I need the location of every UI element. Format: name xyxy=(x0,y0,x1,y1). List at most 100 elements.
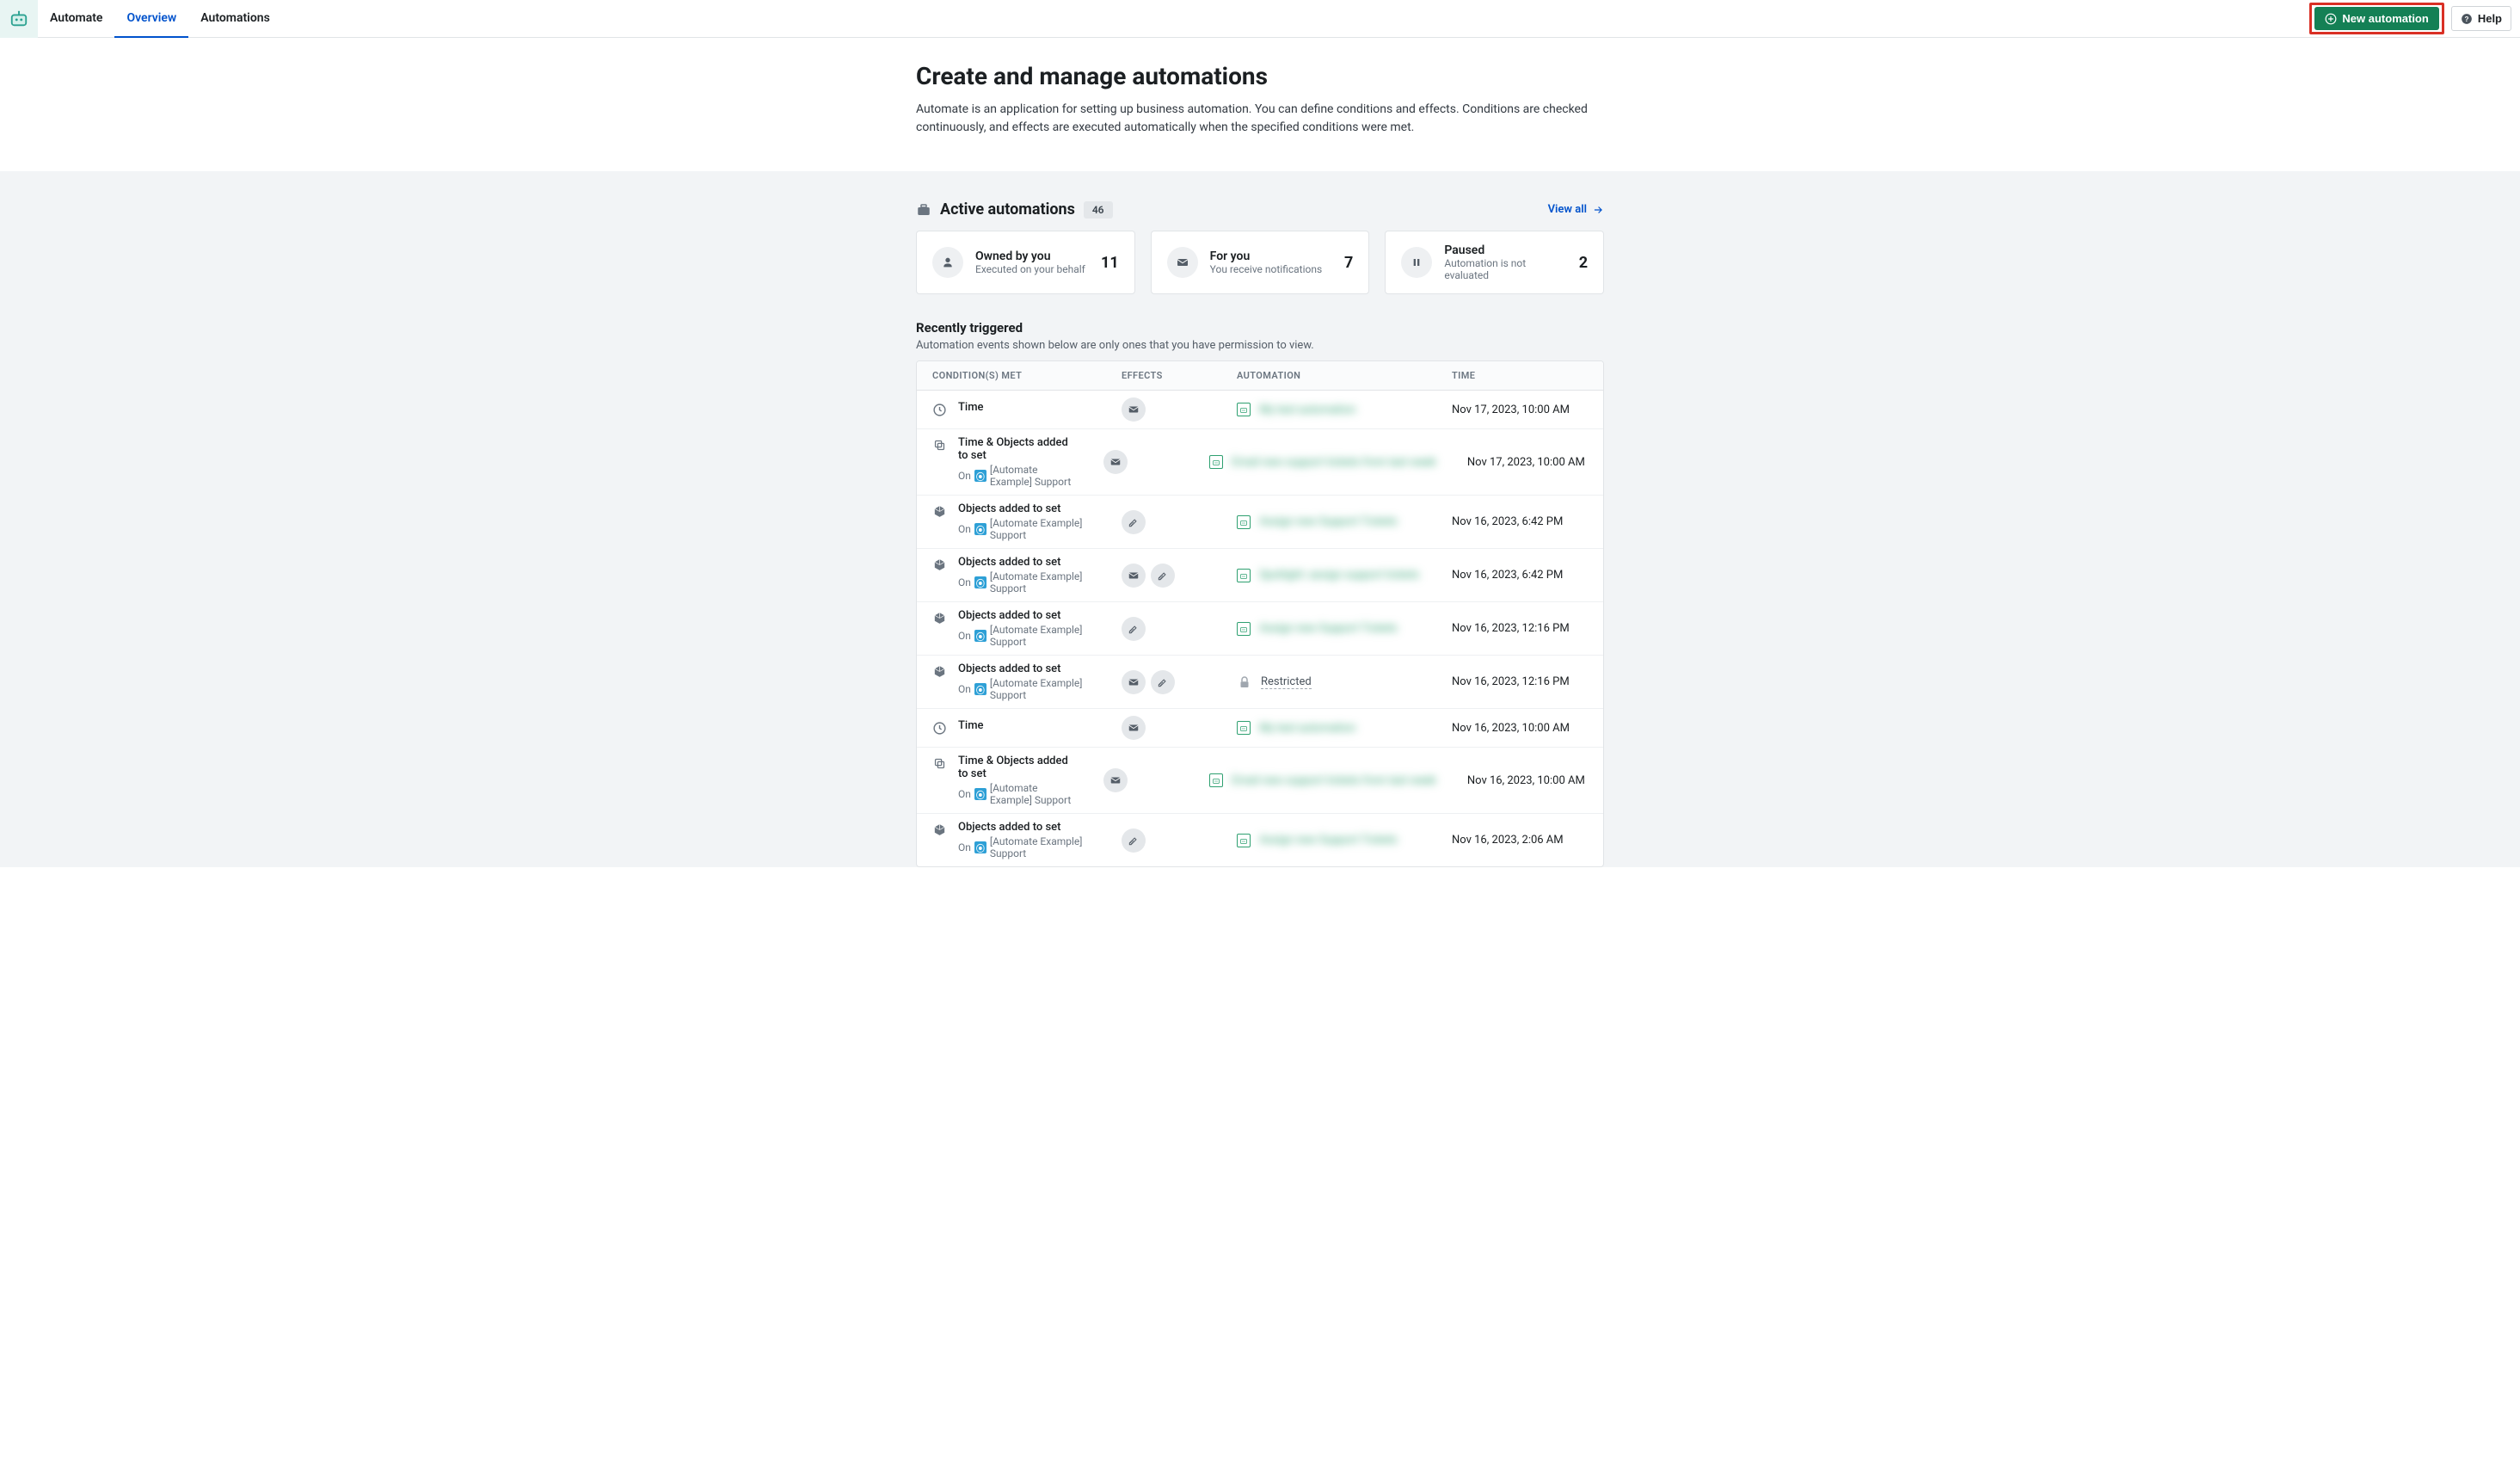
tab-overview[interactable]: Overview xyxy=(114,0,188,38)
automation-chip-icon xyxy=(1237,569,1251,582)
new-automation-button[interactable]: New automation xyxy=(2314,7,2438,30)
col-header-effects: EFFECTS xyxy=(1106,361,1221,390)
automation-name-blurred: Spotlight: assign support tickets xyxy=(1259,569,1419,582)
clock-icon xyxy=(932,403,948,418)
event-time: Nov 16, 2023, 12:16 PM xyxy=(1436,675,1603,688)
stat-card[interactable]: For youYou receive notifications7 xyxy=(1151,231,1370,294)
table-row[interactable]: Objects added to set On ⦿[Automate Exampl… xyxy=(917,656,1603,709)
highlight-annotation: New automation xyxy=(2309,3,2443,34)
automation-chip-icon xyxy=(1209,455,1223,469)
user-icon xyxy=(932,247,963,278)
automation-name-blurred: Assign new Support Tickets xyxy=(1259,622,1398,635)
card-title: For you xyxy=(1210,249,1332,263)
table-row[interactable]: Time & Objects added to setOn ⦿[Automate… xyxy=(917,748,1603,814)
condition-meta: On ⦿[Automate Example] Support xyxy=(958,677,1091,701)
recently-triggered-title: Recently triggered xyxy=(916,320,1604,336)
condition-text: Objects added to set xyxy=(958,662,1091,675)
active-count-badge: 46 xyxy=(1084,201,1113,219)
briefcase-icon xyxy=(916,202,931,218)
arrow-right-icon xyxy=(1592,204,1604,216)
mail-effect-icon xyxy=(1103,450,1128,474)
help-button[interactable]: ? Help xyxy=(2451,6,2511,31)
cube-icon xyxy=(932,557,948,573)
condition-text: Objects added to set xyxy=(958,502,1091,515)
card-count: 2 xyxy=(1579,254,1588,272)
condition-text: Time & Objects added to set xyxy=(958,755,1073,780)
mail-effect-icon xyxy=(1122,564,1146,588)
object-chip-icon: ⦿ xyxy=(974,788,986,800)
event-time: Nov 16, 2023, 12:16 PM xyxy=(1436,622,1603,635)
top-nav: Automate Overview Automations New automa… xyxy=(0,0,2520,38)
lock-icon xyxy=(1237,674,1252,690)
col-header-automation: AUTOMATION xyxy=(1221,361,1436,390)
event-time: Nov 16, 2023, 2:06 AM xyxy=(1436,834,1603,847)
edit-effect-icon xyxy=(1151,670,1175,694)
object-chip-icon: ⦿ xyxy=(974,630,986,642)
recently-triggered-desc: Automation events shown below are only o… xyxy=(916,339,1604,352)
copy-icon xyxy=(932,756,948,772)
view-all-link[interactable]: View all xyxy=(1548,203,1604,216)
active-automations-title: Active automations xyxy=(916,200,1075,219)
automation-name-blurred: Assign new Support Tickets xyxy=(1259,515,1398,528)
mail-effect-icon xyxy=(1103,768,1128,792)
condition-text: Objects added to set xyxy=(958,609,1091,622)
table-row[interactable]: Objects added to setOn ⦿[Automate Exampl… xyxy=(917,549,1603,602)
page-title: Create and manage automations xyxy=(916,62,1604,90)
card-count: 11 xyxy=(1101,254,1119,272)
object-chip-icon: ⦿ xyxy=(974,683,986,695)
event-time: Nov 16, 2023, 6:42 PM xyxy=(1436,515,1603,528)
app-icon[interactable] xyxy=(0,0,38,38)
table-row[interactable]: Objects added to set On ⦿[Automate Exampl… xyxy=(917,496,1603,549)
condition-meta: On ⦿[Automate Example] Support xyxy=(958,624,1091,648)
clock-icon xyxy=(932,721,948,736)
object-chip-icon: ⦿ xyxy=(974,841,986,853)
automation-chip-icon xyxy=(1237,622,1251,636)
stat-card[interactable]: Owned by youExecuted on your behalf 11 xyxy=(916,231,1135,294)
automation-chip-icon xyxy=(1237,834,1251,847)
help-icon: ? xyxy=(2461,13,2473,25)
mail-icon xyxy=(1167,247,1198,278)
automation-chip-icon xyxy=(1237,515,1251,529)
card-subtitle: You receive notifications xyxy=(1210,263,1332,275)
table-row[interactable]: TimeMy test automationNov 17, 2023, 10:0… xyxy=(917,391,1603,429)
condition-meta: On ⦿[Automate Example] Support xyxy=(958,464,1073,488)
condition-text: Time xyxy=(958,719,984,732)
cube-icon xyxy=(932,664,948,680)
page-description: Automate is an application for setting u… xyxy=(916,101,1604,137)
event-time: Nov 16, 2023, 10:00 AM xyxy=(1452,774,1603,787)
condition-text: Time & Objects added to set xyxy=(958,436,1073,462)
restricted-label: Restricted xyxy=(1261,675,1312,689)
table-row[interactable]: Objects added to setOn ⦿[Automate Exampl… xyxy=(917,814,1603,866)
tab-automations[interactable]: Automations xyxy=(188,0,282,38)
new-automation-label: New automation xyxy=(2342,12,2428,25)
event-time: Nov 17, 2023, 10:00 AM xyxy=(1452,456,1603,469)
condition-meta: On ⦿[Automate Example] Support xyxy=(958,782,1073,806)
object-chip-icon: ⦿ xyxy=(974,576,986,588)
table-row[interactable]: Time My test automation Nov 16, 2023, 10:0… xyxy=(917,709,1603,748)
stat-card[interactable]: PausedAutomation is not evaluated 2 xyxy=(1385,231,1604,294)
table-row[interactable]: Time & Objects added to setOn ⦿[Automate… xyxy=(917,429,1603,496)
card-title: Paused xyxy=(1444,243,1566,257)
event-time: Nov 16, 2023, 6:42 PM xyxy=(1436,569,1603,582)
app-label: Automate xyxy=(38,0,114,38)
condition-text: Time xyxy=(958,401,984,414)
edit-effect-icon xyxy=(1122,828,1146,853)
cube-icon xyxy=(932,611,948,626)
card-subtitle: Automation is not evaluated xyxy=(1444,257,1566,281)
table-row[interactable]: Objects added to set On ⦿[Automate Exampl… xyxy=(917,602,1603,656)
edit-effect-icon xyxy=(1122,510,1146,534)
condition-meta: On ⦿[Automate Example] Support xyxy=(958,835,1091,859)
copy-icon xyxy=(932,438,948,453)
card-subtitle: Executed on your behalf xyxy=(975,263,1089,275)
condition-meta: On ⦿[Automate Example] Support xyxy=(958,570,1091,594)
event-time: Nov 16, 2023, 10:00 AM xyxy=(1436,722,1603,735)
automation-chip-icon xyxy=(1209,773,1223,787)
automation-chip-icon xyxy=(1237,403,1251,416)
card-title: Owned by you xyxy=(975,249,1089,263)
recent-events-table: CONDITION(S) MET EFFECTS AUTOMATION TIME… xyxy=(916,360,1604,867)
col-header-time: TIME xyxy=(1436,361,1603,390)
object-chip-icon: ⦿ xyxy=(974,470,986,482)
condition-meta: On ⦿[Automate Example] Support xyxy=(958,517,1091,541)
automation-name-blurred: Email new support tickets from last week xyxy=(1232,456,1436,469)
automation-name-blurred: My test automation xyxy=(1259,722,1355,735)
